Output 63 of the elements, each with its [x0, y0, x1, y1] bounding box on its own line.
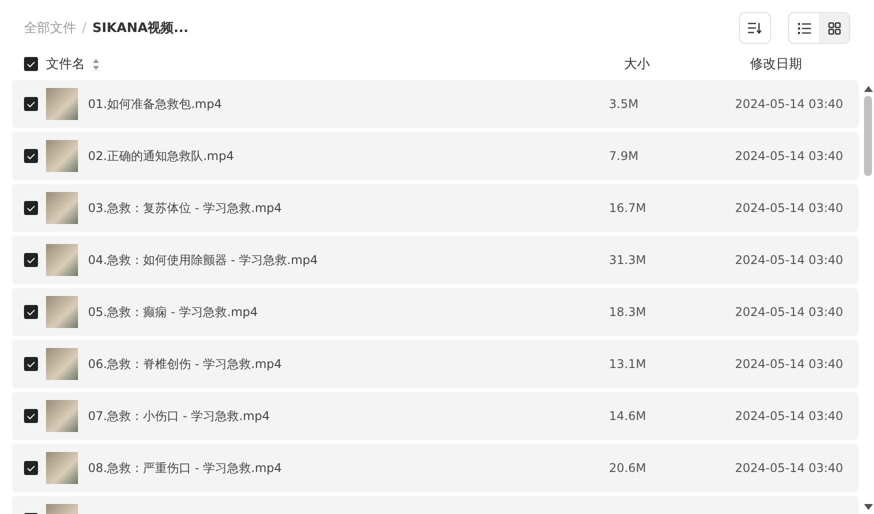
file-name: 08.急救：严重伤口 - 学习急救.mp4 — [88, 460, 283, 476]
modified-date: 2024-05-14 03:40 — [735, 357, 844, 371]
modified-date: 2024-05-14 03:40 — [735, 253, 844, 267]
breadcrumb-link[interactable]: SIKANA视频... — [92, 19, 188, 37]
modified-date: 2024-05-14 03:40 — [735, 149, 844, 163]
modified-date: 2024-05-14 03:40 — [735, 461, 844, 475]
modified-date: 2024-05-14 03:40 — [735, 201, 844, 215]
file-row[interactable]: 05.急救：癫痫 - 学习急救.mp4 18.3M 2024-05-14 03:40 — [12, 288, 859, 336]
video-thumbnail — [46, 88, 78, 120]
separator: / — [82, 20, 86, 36]
file-row[interactable]: 02.正确的通知急救队.mp4 7.9M 2024-05-14 03:40 — [12, 132, 859, 180]
video-thumbnail — [46, 452, 78, 484]
checkbox[interactable] — [24, 253, 38, 267]
video-thumbnail — [46, 400, 78, 432]
file-name: 01.如何准备急救包.mp4 — [88, 96, 223, 112]
file-size: 13.1M — [609, 357, 648, 371]
column-header[interactable]: 大小 — [624, 55, 750, 73]
checkbox[interactable] — [24, 357, 38, 371]
file-name: 04.急救：如何使用除颤器 - 学习急救.mp4 — [88, 252, 319, 268]
file-row[interactable]: 06.急救：脊椎创伤 - 学习急救.mp4 13.1M 2024-05-14 03:40 — [12, 340, 859, 388]
video-thumbnail — [46, 192, 78, 224]
modified-date: 2024-05-14 03:40 — [735, 97, 844, 111]
file-size: 20.6M — [609, 461, 648, 475]
file-name: 07.急救：小伤口 - 学习急救.mp4 — [88, 408, 271, 424]
scrollbar-thumb[interactable] — [864, 96, 872, 176]
file-name: 02.正确的通知急救队.mp4 — [88, 148, 235, 164]
file-size: 18.3M — [609, 305, 648, 319]
file-row[interactable]: 04.急救：如何使用除颤器 - 学习急救.mp4 31.3M 2024-05-14 03:40 — [12, 236, 859, 284]
checkbox[interactable] — [24, 305, 38, 319]
file-name: 03.急救：复苏体位 - 学习急救.mp4 — [88, 200, 283, 216]
video-thumbnail — [46, 140, 78, 172]
file-row[interactable]: 03.急救：复苏体位 - 学习急救.mp4 16.7M 2024-05-14 03:40 — [12, 184, 859, 232]
checkbox[interactable] — [24, 409, 38, 423]
modified-date: 2024-05-14 03:40 — [735, 409, 844, 423]
checkbox[interactable] — [24, 57, 38, 71]
file-size: 31.3M — [609, 253, 648, 267]
video-thumbnail — [46, 296, 78, 328]
file-row[interactable]: 01.如何准备急救包.mp4 3.5M 2024-05-14 03:40 — [12, 80, 859, 128]
checkbox[interactable] — [24, 97, 38, 111]
scroll-up-icon[interactable] — [864, 86, 872, 92]
file-name: 05.急救：癫痫 - 学习急救.mp4 — [88, 304, 259, 320]
checkbox[interactable] — [24, 201, 38, 215]
sort-icon — [748, 22, 762, 34]
file-size: 7.9M — [609, 149, 640, 163]
grid-view-button[interactable] — [819, 13, 849, 43]
file-name: 06.急救：脊椎创伤 - 学习急救.mp4 — [88, 356, 283, 372]
video-thumbnail — [46, 244, 78, 276]
checkbox[interactable] — [24, 149, 38, 163]
sort-icon[interactable] — [93, 58, 99, 70]
file-row[interactable]: 07.急救：小伤口 - 学习急救.mp4 14.6M 2024-05-14 03:40 — [12, 392, 859, 440]
grid-icon — [828, 22, 840, 34]
checkbox[interactable] — [24, 461, 38, 475]
file-row[interactable]: 08.急救：严重伤口 - 学习急救.mp4 20.6M 2024-05-14 03:40 — [12, 444, 859, 492]
file-size: 3.5M — [609, 97, 640, 111]
sort-button[interactable] — [739, 12, 771, 44]
scroll-down-icon[interactable] — [864, 504, 872, 510]
list-icon — [798, 22, 810, 34]
file-size: 16.7M — [609, 201, 648, 215]
column-header[interactable]: 修改日期 — [750, 55, 850, 73]
video-thumbnail — [46, 348, 78, 380]
modified-date: 2024-05-14 03:40 — [735, 305, 844, 319]
file-size: 14.6M — [609, 409, 648, 423]
column-header[interactable]: 文件名 — [46, 55, 85, 73]
